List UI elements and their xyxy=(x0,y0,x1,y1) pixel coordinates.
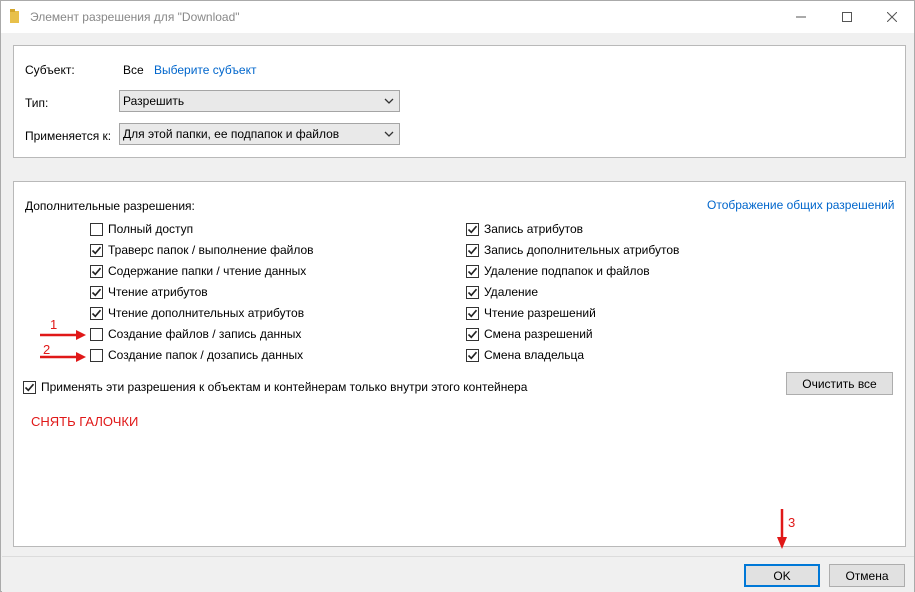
window-title: Элемент разрешения для "Download" xyxy=(30,10,240,24)
perm-checkbox-read-attributes[interactable]: Чтение атрибутов xyxy=(90,285,208,299)
checkbox-box[interactable] xyxy=(466,327,479,341)
maximize-button[interactable] xyxy=(824,1,870,33)
checkmark-icon xyxy=(467,309,478,317)
annotation-arrow-right-icon xyxy=(40,330,86,340)
perm-checkbox-full-control[interactable]: Полный доступ xyxy=(90,222,193,236)
show-basic-permissions-link[interactable]: Отображение общих разрешений xyxy=(707,198,894,212)
perm-checkbox-write-ext-attributes[interactable]: Запись дополнительных атрибутов xyxy=(466,243,679,257)
maximize-icon xyxy=(842,12,852,22)
checkbox-box[interactable] xyxy=(90,264,103,278)
checkbox-box[interactable] xyxy=(466,285,479,299)
type-select[interactable]: Разрешить xyxy=(119,90,400,112)
perm-label: Удаление xyxy=(484,285,539,299)
checkbox-box[interactable] xyxy=(90,348,103,362)
perm-checkbox-create-files[interactable]: Создание файлов / запись данных xyxy=(90,327,301,341)
applies-selected: Для этой папки, ее подпапок и файлов xyxy=(123,127,340,141)
perm-label: Запись атрибутов xyxy=(484,222,584,236)
perm-label: Чтение разрешений xyxy=(484,306,596,320)
apply-inside-container-checkbox[interactable]: Применять эти разрешения к объектам и ко… xyxy=(23,380,527,394)
checkbox-box[interactable] xyxy=(90,222,103,236)
subject-label: Субъект: xyxy=(25,63,75,77)
perm-checkbox-read-ext-attributes[interactable]: Чтение дополнительных атрибутов xyxy=(90,306,304,320)
checkbox-box[interactable] xyxy=(466,306,479,320)
checkbox-box[interactable] xyxy=(23,380,36,394)
perm-label: Смена разрешений xyxy=(484,327,593,341)
chevron-down-icon xyxy=(384,98,394,104)
perm-label: Смена владельца xyxy=(484,348,585,362)
permission-entry-dialog: Элемент разрешения для "Download" Субъек… xyxy=(0,0,915,592)
perm-checkbox-create-folders[interactable]: Создание папок / дозапись данных xyxy=(90,348,303,362)
checkbox-box[interactable] xyxy=(466,222,479,236)
select-subject-link[interactable]: Выберите субъект xyxy=(154,63,256,77)
permissions-heading: Дополнительные разрешения: xyxy=(25,199,195,213)
applies-select[interactable]: Для этой папки, ее подпапок и файлов xyxy=(119,123,400,145)
checkbox-box[interactable] xyxy=(466,348,479,362)
annotation-arrow-right-icon xyxy=(40,352,86,362)
chevron-down-icon xyxy=(384,131,394,137)
clear-all-button[interactable]: Очистить все xyxy=(786,372,893,395)
perm-checkbox-take-ownership[interactable]: Смена владельца xyxy=(466,348,584,362)
checkbox-box[interactable] xyxy=(90,243,103,257)
checkbox-box[interactable] xyxy=(466,243,479,257)
checkbox-box[interactable] xyxy=(90,285,103,299)
perm-label: Создание папок / дозапись данных xyxy=(108,348,304,362)
perm-label: Чтение атрибутов xyxy=(108,285,208,299)
perm-checkbox-read-permissions[interactable]: Чтение разрешений xyxy=(466,306,596,320)
checkbox-box[interactable] xyxy=(90,327,103,341)
permissions-panel: Дополнительные разрешения: Отображение о… xyxy=(13,181,906,547)
perm-label: Полный доступ xyxy=(108,222,194,236)
perm-checkbox-change-permissions[interactable]: Смена разрешений xyxy=(466,327,593,341)
checkmark-icon xyxy=(467,267,478,275)
checkmark-icon xyxy=(91,246,102,254)
checkmark-icon xyxy=(91,267,102,275)
type-label: Тип: xyxy=(25,96,49,110)
checkmark-icon xyxy=(24,383,35,391)
checkmark-icon xyxy=(467,288,478,296)
checkmark-icon xyxy=(467,225,478,233)
perm-checkbox-traverse[interactable]: Траверс папок / выполнение файлов xyxy=(90,243,314,257)
annotation-arrow-down-icon xyxy=(777,509,787,549)
principal-panel: Субъект: Все Выберите субъект Тип: Разре… xyxy=(13,45,906,158)
perm-label: Траверс папок / выполнение файлов xyxy=(108,243,314,257)
type-selected: Разрешить xyxy=(123,94,185,108)
perm-checkbox-delete[interactable]: Удаление xyxy=(466,285,538,299)
minimize-icon xyxy=(796,16,806,18)
subject-value: Все xyxy=(123,63,144,77)
apply-inside-label: Применять эти разрешения к объектам и ко… xyxy=(41,380,528,394)
perm-label: Создание файлов / запись данных xyxy=(108,327,302,341)
perm-label: Чтение дополнительных атрибутов xyxy=(108,306,305,320)
perm-checkbox-write-attributes[interactable]: Запись атрибутов xyxy=(466,222,583,236)
perm-checkbox-delete-subfolders[interactable]: Удаление подпапок и файлов xyxy=(466,264,650,278)
checkmark-icon xyxy=(467,351,478,359)
folder-icon xyxy=(10,9,19,23)
close-button[interactable] xyxy=(869,1,915,33)
annotation-number-3: 3 xyxy=(788,515,796,530)
ok-button[interactable]: OK xyxy=(744,564,820,587)
cancel-button[interactable]: Отмена xyxy=(829,564,905,587)
perm-label: Содержание папки / чтение данных xyxy=(108,264,307,278)
checkmark-icon xyxy=(91,288,102,296)
checkmark-icon xyxy=(467,246,478,254)
checkmark-icon xyxy=(467,330,478,338)
close-icon xyxy=(887,12,897,22)
annotation-note: СНЯТЬ ГАЛОЧКИ xyxy=(31,414,139,429)
checkbox-box[interactable] xyxy=(90,306,103,320)
perm-label: Запись дополнительных атрибутов xyxy=(484,243,680,257)
checkbox-box[interactable] xyxy=(466,264,479,278)
checkmark-icon xyxy=(91,309,102,317)
perm-checkbox-list-folder[interactable]: Содержание папки / чтение данных xyxy=(90,264,306,278)
dialog-footer: OK Отмена xyxy=(2,556,914,592)
applies-label: Применяется к: xyxy=(25,129,112,143)
minimize-button[interactable] xyxy=(778,1,824,33)
title-bar: Элемент разрешения для "Download" xyxy=(1,1,914,33)
perm-label: Удаление подпапок и файлов xyxy=(484,264,650,278)
